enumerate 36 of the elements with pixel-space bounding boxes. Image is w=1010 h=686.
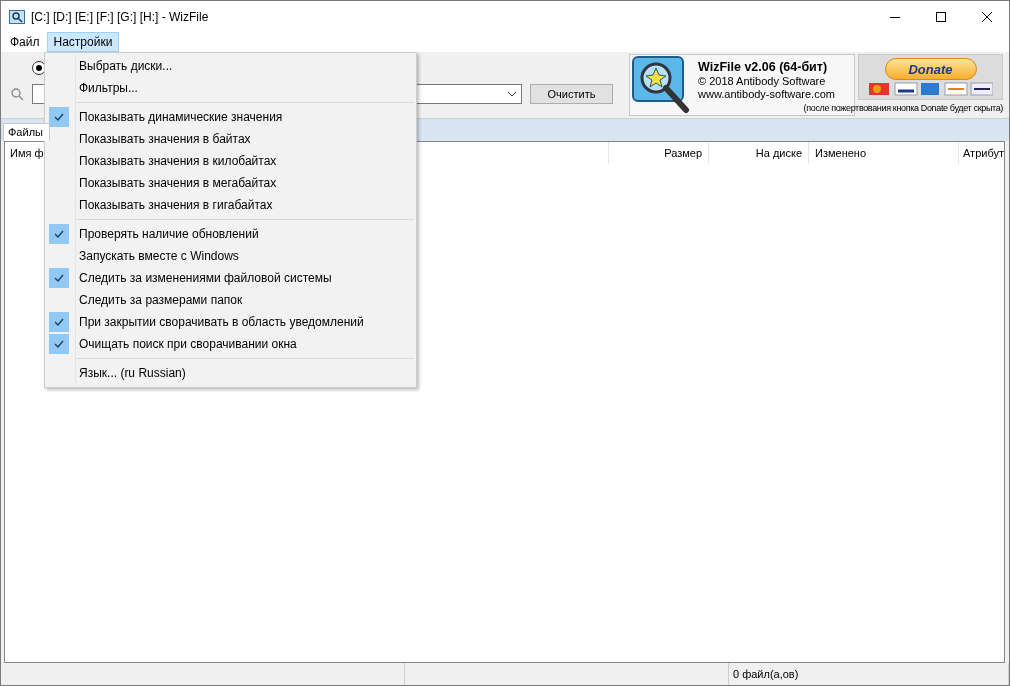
menu-item[interactable]: Очищать поиск при сворачивании окна [79,337,297,351]
menu-item[interactable]: Следить за размерами папок [79,293,243,307]
search-icon [11,87,24,101]
dropdown-caret-icon[interactable] [507,91,517,97]
donate-note: (после пожертвования кнопка Donate будет скрыта) [803,103,1003,113]
menu-item[interactable]: Язык... (ru Russian) [79,366,186,380]
window-title: [C:] [D:] [E:] [F:] [G:] [H:] - WizFile [31,9,209,24]
payment-cards-icon [868,82,993,96]
column-header[interactable]: На диске [709,142,809,164]
menu-item[interactable]: Показывать значения в мегабайтах [79,176,277,190]
website-link[interactable]: www.antibody-software.com [698,88,835,100]
copyright-text: © 2018 Antibody Software [698,75,827,87]
menu-item[interactable]: Следить за изменениями файловой системы [79,271,332,285]
menu-item[interactable]: Проверять наличие обновлений [79,227,259,241]
column-header[interactable]: Изменено [809,142,959,164]
menu-item[interactable]: Файл [3,32,47,52]
donate-button[interactable]: Donate [884,58,977,80]
menu-item[interactable]: Показывать динамические значения [79,110,283,124]
menu-item[interactable]: Фильтры... [79,81,138,95]
menu-item[interactable]: Настройки [46,32,120,52]
column-header[interactable]: Размер [609,142,709,164]
status-text: 0 файл(а,ов) [733,668,799,680]
menu-item[interactable]: При закрытии сворачивать в область уведомлений [79,315,364,329]
clear-button[interactable]: Очистить [530,84,613,104]
tab[interactable]: Файлы [3,123,50,141]
menu-item[interactable]: Запускать вместе с Windows [79,249,239,263]
app-version-title: WizFile v2.06 (64-бит) [698,60,829,74]
maximize-icon[interactable] [936,11,946,22]
close-icon[interactable] [982,11,992,22]
app-icon [9,9,25,24]
menu-item[interactable]: Выбрать диски... [79,59,173,73]
magnifier-star-logo-icon [632,56,692,114]
column-header[interactable]: Атрибут [959,142,1004,164]
menu-item[interactable]: Показывать значения в байтах [79,132,251,146]
menu-item[interactable]: Показывать значения в килобайтах [79,154,277,168]
menu-item[interactable]: Показывать значения в гигабайтах [79,198,273,212]
